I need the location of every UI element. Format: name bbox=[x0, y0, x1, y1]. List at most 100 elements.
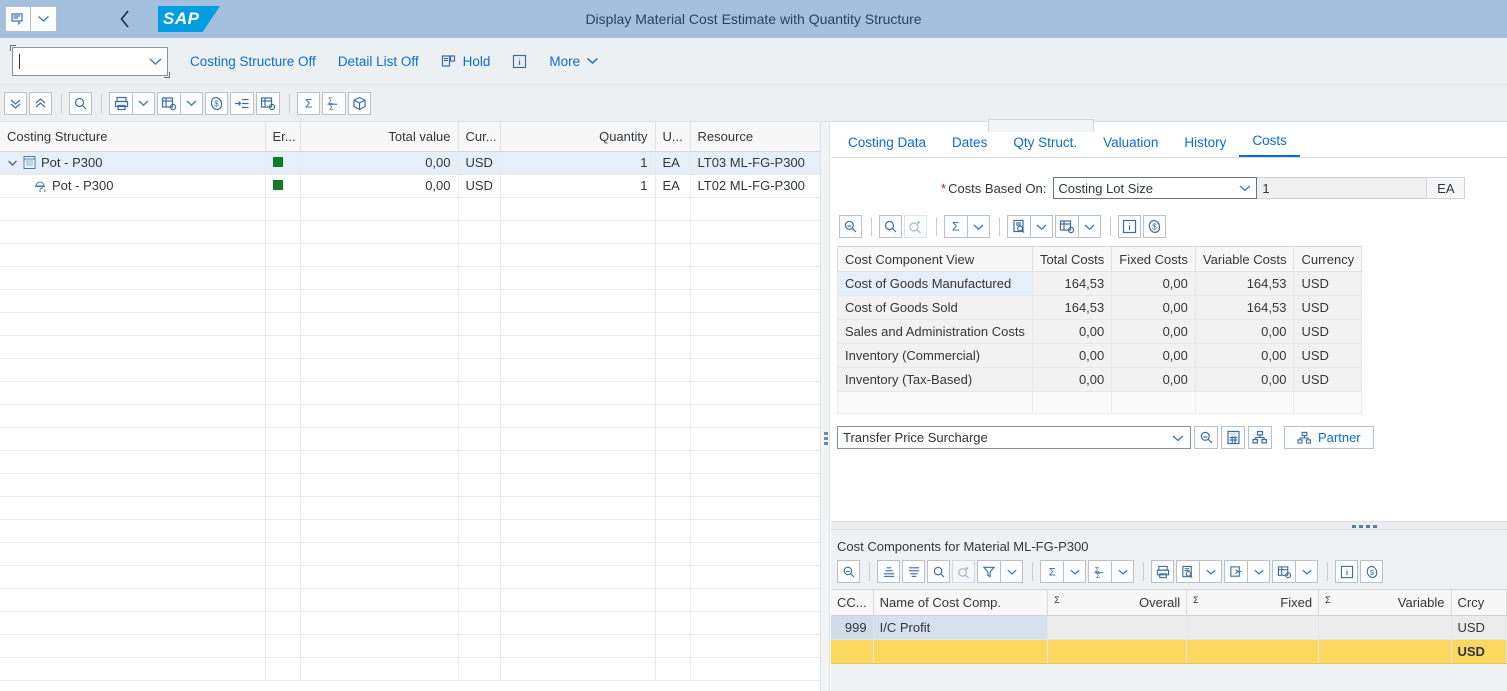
col-fixed-costs[interactable]: Fixed Costs bbox=[1111, 246, 1196, 272]
export-icon[interactable] bbox=[1176, 560, 1199, 583]
info-button[interactable] bbox=[512, 54, 527, 69]
currency-icon[interactable]: $ bbox=[1143, 215, 1166, 238]
package-icon[interactable] bbox=[348, 91, 371, 115]
report-chevron-icon[interactable] bbox=[1030, 215, 1053, 238]
table-row[interactable]: Inventory (Tax-Based) 0,00 0,00 0,00 USD bbox=[837, 367, 1363, 392]
transfer-price-select[interactable]: Transfer Price Surcharge bbox=[837, 426, 1191, 449]
grid-settings-icon[interactable] bbox=[1055, 215, 1078, 238]
more-button[interactable]: More bbox=[549, 54, 599, 69]
col-cc-number[interactable]: CC... bbox=[831, 589, 874, 616]
find-detail-icon[interactable] bbox=[839, 215, 862, 238]
table-row-empty[interactable] bbox=[0, 588, 820, 612]
table-row-empty[interactable] bbox=[0, 289, 820, 313]
sum-icon[interactable]: Σ bbox=[1040, 560, 1063, 583]
table-row[interactable]: Pot - P300 0,00 USD 1 EA LT03 ML-FG-P300 bbox=[0, 151, 820, 175]
print-options-chevron-icon[interactable] bbox=[132, 91, 155, 115]
layout-settings-icon[interactable] bbox=[157, 91, 180, 115]
table-row[interactable]: Inventory (Commercial) 0,00 0,00 0,00 USD bbox=[837, 343, 1363, 368]
subtotal-icon[interactable]: ΣΣ bbox=[322, 91, 346, 115]
table-row-empty[interactable] bbox=[0, 634, 820, 658]
hierarchy-icon[interactable] bbox=[1248, 426, 1272, 449]
menu-button[interactable] bbox=[5, 6, 31, 32]
vertical-splitter[interactable] bbox=[820, 122, 830, 691]
sum-chevron-icon[interactable] bbox=[1063, 560, 1086, 583]
table-row[interactable]: Cost of Goods Sold 164,53 0,00 164,53 USD bbox=[837, 295, 1363, 320]
grid-settings-icon[interactable] bbox=[1272, 560, 1295, 583]
col-fixed[interactable]: Σ Fixed bbox=[1186, 589, 1320, 616]
col-currency[interactable]: Cur... bbox=[458, 122, 501, 152]
table-row-empty[interactable] bbox=[0, 611, 820, 635]
command-field[interactable] bbox=[10, 44, 170, 78]
table-row[interactable]: 999 I/C Profit USD bbox=[831, 615, 1507, 640]
tab-costing-data[interactable]: Costing Data bbox=[835, 135, 939, 157]
costs-based-on-select[interactable]: Costing Lot Size bbox=[1053, 177, 1258, 199]
table-row-empty[interactable] bbox=[0, 542, 820, 566]
sort-descending-icon[interactable] bbox=[902, 560, 925, 583]
col-currency[interactable]: Currency bbox=[1293, 246, 1363, 272]
chevron-down-icon[interactable] bbox=[7, 159, 18, 167]
tab-costs[interactable]: Costs bbox=[1239, 133, 1300, 157]
collapse-all-icon[interactable] bbox=[29, 91, 52, 115]
sum-icon[interactable]: Σ bbox=[297, 91, 320, 115]
table-row-empty[interactable] bbox=[0, 381, 820, 405]
spreadsheet-icon[interactable] bbox=[1224, 560, 1247, 583]
table-row-empty[interactable] bbox=[0, 565, 820, 589]
table-row-empty[interactable] bbox=[0, 657, 820, 681]
tab-dates[interactable]: Dates bbox=[939, 135, 1000, 157]
expand-all-icon[interactable] bbox=[4, 91, 27, 115]
currency-icon[interactable]: $ bbox=[205, 91, 228, 115]
col-variable[interactable]: Σ Variable bbox=[1318, 589, 1452, 616]
table-row-empty[interactable] bbox=[0, 450, 820, 474]
spreadsheet-chevron-icon[interactable] bbox=[1247, 560, 1270, 583]
sum-icon[interactable]: Σ bbox=[944, 215, 967, 238]
back-button[interactable] bbox=[119, 9, 132, 29]
tab-history[interactable]: History bbox=[1171, 135, 1239, 157]
find-detail-icon[interactable] bbox=[1194, 426, 1218, 449]
col-crcy[interactable]: Crcy bbox=[1451, 589, 1507, 616]
horizontal-splitter[interactable] bbox=[831, 521, 1507, 530]
table-row-empty[interactable] bbox=[0, 220, 820, 244]
filter-chevron-icon[interactable] bbox=[1000, 560, 1023, 583]
col-uom[interactable]: U... bbox=[655, 122, 691, 152]
info-icon[interactable] bbox=[1335, 560, 1358, 583]
col-overall[interactable]: Σ Overall bbox=[1047, 589, 1188, 616]
info-icon[interactable] bbox=[1118, 215, 1141, 238]
col-cost-component-view[interactable]: Cost Component View bbox=[837, 246, 1033, 272]
table-row-empty[interactable] bbox=[0, 266, 820, 290]
costing-lot-size-input[interactable]: 1 bbox=[1257, 177, 1428, 199]
filter-icon[interactable] bbox=[977, 560, 1000, 583]
col-variable-costs[interactable]: Variable Costs bbox=[1194, 246, 1295, 272]
print-icon[interactable] bbox=[109, 91, 132, 115]
find-detail-icon[interactable] bbox=[837, 560, 860, 583]
search-icon[interactable] bbox=[927, 560, 950, 583]
table-row-empty[interactable] bbox=[0, 335, 820, 359]
col-total-costs[interactable]: Total Costs bbox=[1031, 246, 1113, 272]
table-row-empty[interactable] bbox=[0, 473, 820, 497]
detail-icon[interactable] bbox=[230, 91, 254, 115]
cell-costing-structure[interactable]: Pot - P300 bbox=[0, 151, 266, 175]
sort-ascending-icon[interactable] bbox=[877, 560, 900, 583]
col-resource[interactable]: Resource bbox=[690, 122, 820, 152]
detail-list-off-button[interactable]: Detail List Off bbox=[338, 54, 419, 69]
search-icon[interactable] bbox=[69, 91, 92, 115]
tab-valuation[interactable]: Valuation bbox=[1090, 135, 1171, 157]
print-icon[interactable] bbox=[1151, 560, 1174, 583]
subtotal-chevron-icon[interactable] bbox=[1111, 560, 1134, 583]
hold-button[interactable]: Hold bbox=[441, 54, 490, 69]
calculator-icon[interactable] bbox=[1221, 426, 1245, 449]
export-chevron-icon[interactable] bbox=[1199, 560, 1222, 583]
layout-chevron-icon[interactable] bbox=[180, 91, 203, 115]
table-row-empty[interactable] bbox=[0, 427, 820, 451]
table-row-empty[interactable] bbox=[0, 197, 820, 221]
col-total-value[interactable]: Total value bbox=[300, 122, 459, 152]
table-row[interactable]: Sales and Administration Costs 0,00 0,00 0,… bbox=[837, 319, 1363, 344]
shell-dropdown-button[interactable] bbox=[31, 6, 57, 32]
grid-chevron-icon[interactable] bbox=[1295, 560, 1318, 583]
grid-chevron-icon[interactable] bbox=[1078, 215, 1101, 238]
table-row[interactable]: Cost of Goods Manufactured 164,53 0,00 164,… bbox=[837, 271, 1363, 296]
search-icon[interactable] bbox=[879, 215, 902, 238]
table-row[interactable]: Pot - P300 0,00 USD 1 EA LT02 ML-FG-P300 bbox=[0, 174, 820, 198]
report-icon[interactable] bbox=[1007, 215, 1030, 238]
table-row-empty[interactable] bbox=[0, 243, 820, 267]
table-row-empty[interactable] bbox=[0, 496, 820, 520]
